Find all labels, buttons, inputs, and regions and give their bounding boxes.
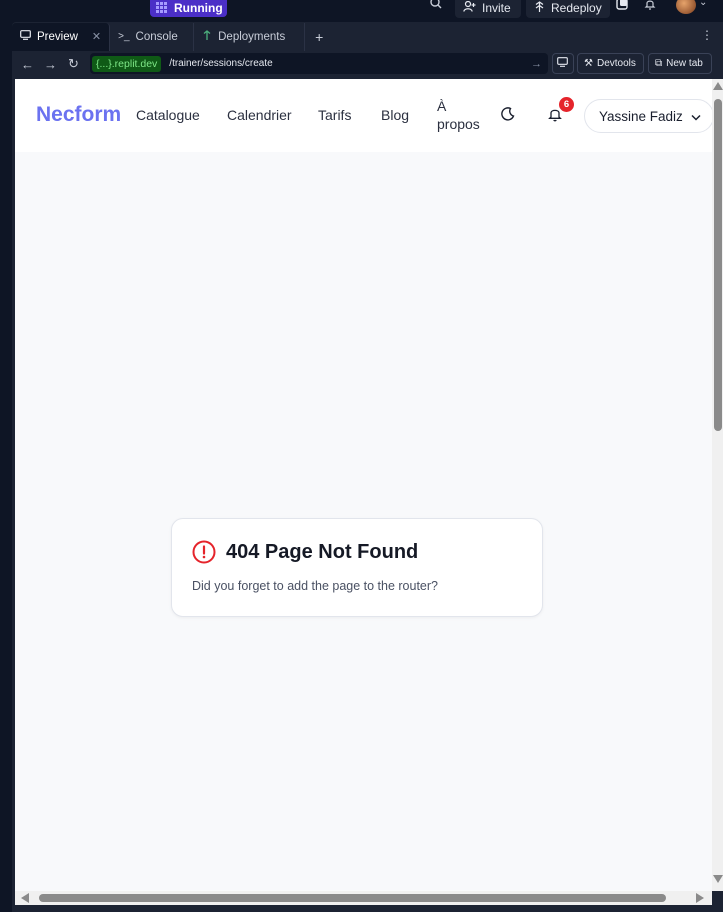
screen-icon [557,57,568,70]
error-message: Did you forget to add the page to the ro… [192,579,439,593]
user-menu-button[interactable]: Yassine Fadiz [584,99,712,133]
close-icon[interactable]: ✕ [92,30,101,43]
workspace-topbar: Running Invite Redeploy ⌄ [0,0,723,22]
invite-label: Invite [482,1,511,15]
scroll-up-icon[interactable] [713,82,723,90]
devtools-button[interactable]: ⚒ Devtools [577,53,644,74]
site-header: Necform Catalogue Calendrier Tarifs Blog… [15,79,712,152]
vertical-scroll-thumb[interactable] [714,99,722,431]
nav-a-propos-line2[interactable]: propos [437,116,480,132]
moon-icon[interactable] [500,106,516,122]
horizontal-scrollbar[interactable] [15,891,712,905]
new-tab-button[interactable]: ⧉ New tab [648,53,712,74]
more-options-icon[interactable]: ⋮ [701,28,713,42]
nav-catalogue[interactable]: Catalogue [136,107,200,123]
left-rail [0,22,12,912]
site-logo[interactable]: Necform [36,103,121,127]
preview-viewport: Necform Catalogue Calendrier Tarifs Blog… [15,79,712,891]
tab-deployments[interactable]: Deployments [194,22,306,51]
run-icon [156,1,168,14]
forward-icon[interactable]: → [39,57,62,72]
add-user-icon [463,0,476,15]
tab-console[interactable]: >_ Console [110,22,195,51]
wrench-icon: ⚒ [584,58,593,69]
tab-deployments-label: Deployments [218,30,286,43]
back-icon[interactable]: ← [16,57,39,72]
reload-icon[interactable]: ↻ [62,56,85,72]
layers-icon[interactable] [616,0,628,13]
run-button-label: Running [174,0,223,15]
nav-a-propos-line1[interactable]: À [437,98,446,114]
go-icon[interactable]: → [531,58,542,70]
chevron-down-icon[interactable]: ⌄ [699,0,707,8]
user-name: Yassine Fadiz [599,108,683,124]
terminal-icon: >_ [118,31,130,42]
tab-console-label: Console [135,30,178,43]
error-title: 404 Page Not Found [226,541,419,563]
redeploy-label: Redeploy [551,1,602,15]
notification-badge: 6 [558,96,575,113]
external-link-icon: ⧉ [655,58,663,69]
nav-blog[interactable]: Blog [381,107,409,123]
chevron-down-icon [691,109,701,124]
vertical-scrollbar[interactable] [712,79,723,891]
preview-pane: Preview ✕ >_ Console Deployments + ⋮ ← →… [12,22,723,912]
deploy-icon [534,0,545,16]
devtools-label: Devtools [596,58,636,69]
nav-calendrier[interactable]: Calendrier [227,107,292,123]
notifications-icon[interactable] [644,0,656,13]
add-tab-icon[interactable]: + [305,29,333,45]
url-host: {...}.replit.dev [92,55,162,72]
scroll-left-icon[interactable] [21,893,29,903]
url-bar: ← → ↻ {...}.replit.dev /trainer/sessions… [12,51,723,77]
monitor-icon [20,30,31,43]
screen-button[interactable] [552,53,574,74]
scroll-right-icon[interactable] [696,893,704,903]
scroll-down-icon[interactable] [713,875,723,883]
user-avatar[interactable] [676,0,696,14]
tab-preview-label: Preview [37,30,78,43]
new-tab-label: New tab [666,58,703,69]
alert-circle-icon [192,540,216,564]
horizontal-scroll-thumb[interactable] [39,894,666,902]
pane-tabs: Preview ✕ >_ Console Deployments + ⋮ [12,22,723,51]
pane-footer [12,905,723,912]
run-button[interactable]: Running [150,0,227,17]
url-field[interactable]: {...}.replit.dev /trainer/sessions/creat… [90,53,548,74]
redeploy-button[interactable]: Redeploy [526,0,610,18]
error-card: 404 Page Not Found Did you forget to add… [171,518,543,617]
search-icon[interactable] [430,0,442,12]
tab-preview[interactable]: Preview ✕ [12,22,111,51]
invite-button[interactable]: Invite [455,0,521,18]
nav-tarifs[interactable]: Tarifs [318,107,351,123]
url-path: /trainer/sessions/create [169,58,273,69]
deploy-icon [202,29,212,44]
